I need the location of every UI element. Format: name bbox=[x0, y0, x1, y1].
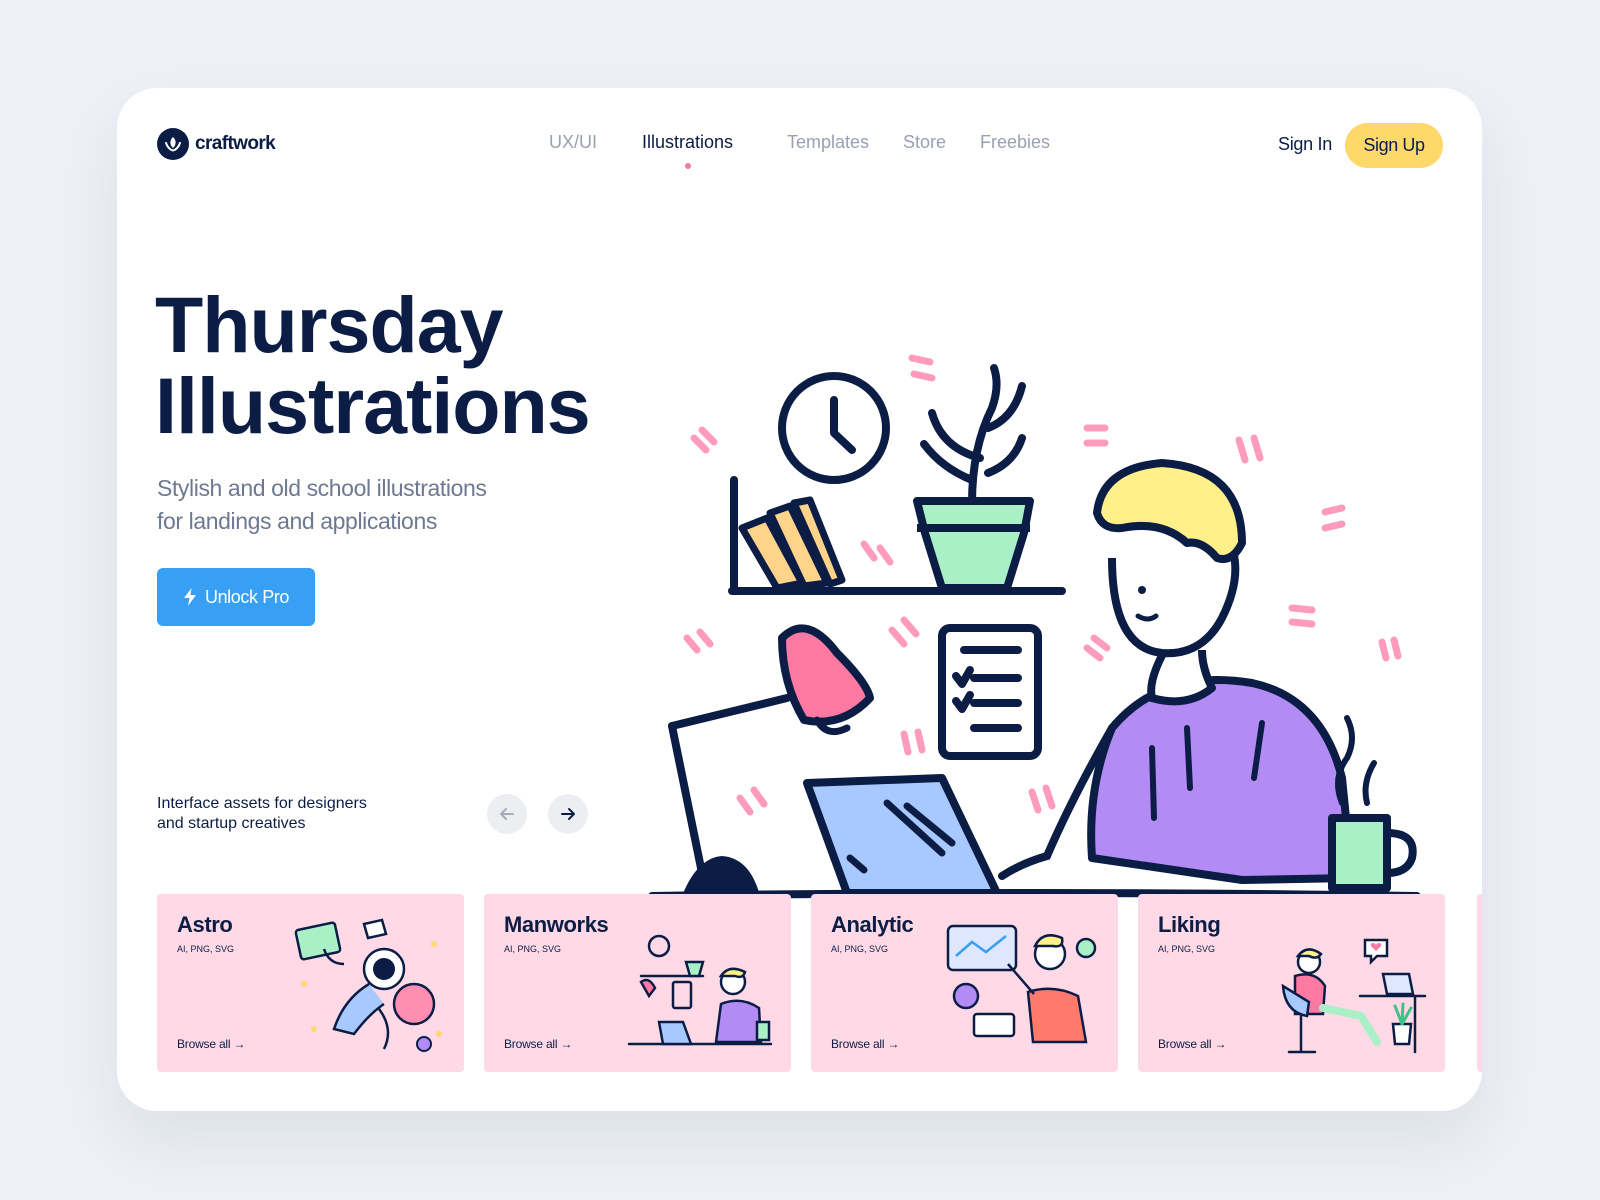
hero-subtitle-line-2: for landings and applications bbox=[157, 508, 437, 534]
arrow-right-icon bbox=[561, 808, 575, 820]
unlock-pro-button[interactable]: Unlock Pro bbox=[157, 568, 315, 626]
browse-all-link[interactable]: Browse all → bbox=[177, 1037, 245, 1051]
carousel-prev-button[interactable] bbox=[487, 794, 527, 834]
nav-item-templates[interactable]: Templates bbox=[787, 132, 869, 153]
illustration-pack-carousel: Astro AI, PNG, SVG Browse all → Manworks… bbox=[157, 894, 1482, 1074]
active-indicator-dot bbox=[684, 163, 691, 169]
hero-title-line-1: Thursday bbox=[155, 280, 504, 369]
card-title: Manworks bbox=[504, 912, 609, 937]
sign-in-link[interactable]: Sign In bbox=[1278, 134, 1332, 155]
nav-item-store[interactable]: Store bbox=[903, 132, 946, 153]
pack-card-next-peek[interactable] bbox=[1477, 894, 1482, 1072]
card-formats: AI, PNG, SVG bbox=[831, 944, 889, 954]
browse-all-link[interactable]: Browse all → bbox=[1158, 1037, 1226, 1051]
pack-card-analytic[interactable]: Analytic AI, PNG, SVG Browse all → bbox=[811, 894, 1118, 1072]
card-title: Astro bbox=[177, 912, 233, 937]
arrow-left-icon bbox=[500, 808, 514, 820]
manworks-illustration bbox=[627, 934, 773, 1046]
pack-card-liking[interactable]: Liking AI, PNG, SVG Browse all → bbox=[1138, 894, 1445, 1072]
hero-title-line-2: Illustrations bbox=[155, 361, 591, 450]
app-window: craftwork UX/UI Illustrations Templates … bbox=[117, 88, 1482, 1111]
hero-tagline-line-2: and startup creatives bbox=[157, 815, 306, 832]
pack-card-astro[interactable]: Astro AI, PNG, SVG Browse all → bbox=[157, 894, 464, 1072]
hero-tagline-line-1: Interface assets for designers bbox=[157, 795, 367, 812]
carousel-next-button[interactable] bbox=[548, 794, 588, 834]
browse-all-link[interactable]: Browse all → bbox=[831, 1037, 899, 1051]
hero-title: Thursday Illustrations bbox=[155, 284, 591, 446]
hero-illustration bbox=[648, 354, 1421, 900]
astronaut-illustration bbox=[294, 918, 442, 1052]
analytic-illustration bbox=[946, 924, 1097, 1044]
liking-illustration bbox=[1281, 938, 1427, 1054]
card-title: Liking bbox=[1158, 912, 1221, 937]
nav-item-label: Illustrations bbox=[642, 132, 734, 152]
nav-item-freebies[interactable]: Freebies bbox=[980, 132, 1050, 153]
hero-tagline: Interface assets for designers and start… bbox=[157, 794, 417, 834]
nav-item-illustrations[interactable]: Illustrations bbox=[642, 132, 734, 169]
hero-subtitle: Stylish and old school illustrations for… bbox=[157, 472, 577, 538]
browse-all-link[interactable]: Browse all → bbox=[504, 1037, 572, 1051]
card-title: Analytic bbox=[831, 912, 914, 937]
unlock-pro-label: Unlock Pro bbox=[204, 586, 290, 607]
lightning-icon bbox=[183, 588, 196, 606]
sign-up-button[interactable]: Sign Up bbox=[1345, 123, 1443, 168]
hero-subtitle-line-1: Stylish and old school illustrations bbox=[157, 475, 487, 501]
pack-card-manworks[interactable]: Manworks AI, PNG, SVG Browse all → bbox=[484, 894, 791, 1072]
card-formats: AI, PNG, SVG bbox=[177, 944, 235, 954]
nav-item-ux-ui[interactable]: UX/UI bbox=[549, 132, 597, 153]
card-formats: AI, PNG, SVG bbox=[1158, 944, 1216, 954]
card-formats: AI, PNG, SVG bbox=[504, 944, 562, 954]
